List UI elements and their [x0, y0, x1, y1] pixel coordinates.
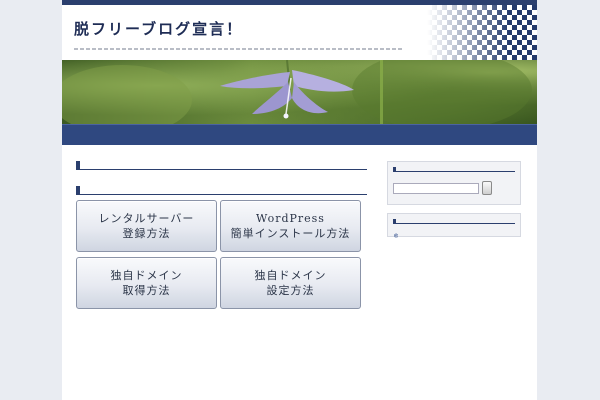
search-widget [387, 161, 521, 205]
search-row [393, 178, 515, 198]
guide-line: レンタルサーバー [98, 212, 195, 225]
guide-line: 独自ドメイン [254, 269, 327, 282]
site-header: 脱フリーブログ宣言！ [62, 5, 537, 60]
domain-setup-guide-button[interactable]: 独自ドメイン 設定方法 [220, 257, 361, 309]
sidebar: ◎ ◎ ◎ ◎ ◎ ◎ ◎ ◎ ◎ ◎ ◎ ◎ [387, 161, 521, 245]
global-nav [62, 124, 537, 145]
wordpress-install-guide-button[interactable]: WordPress 簡単インストール方法 [220, 200, 361, 252]
site-title[interactable]: 脱フリーブログ宣言！ [74, 18, 243, 39]
guide-line: WordPress [256, 212, 325, 225]
checker-pattern [427, 5, 537, 60]
page: 脱フリーブログ宣言！ レンタルサーバー 登録方法 WordPress 簡単インス… [62, 0, 537, 400]
bellflower-photo [62, 60, 532, 124]
main-content: レンタルサーバー 登録方法 WordPress 簡単インストール方法 独自ドメイン取… [76, 161, 367, 309]
guide-line: 独自ドメイン [110, 269, 183, 282]
category-widget-title [393, 219, 515, 224]
guide-button-grid: レンタルサーバー 登録方法 WordPress 簡単インストール方法 独自ドメイン取… [76, 200, 367, 309]
search-widget-title [393, 167, 515, 172]
guide-line: 登録方法 [122, 227, 171, 240]
post-title[interactable] [76, 161, 367, 170]
category-widget: ◎ ◎ ◎ ◎ ◎ ◎ ◎ ◎ ◎ ◎ ◎ ◎ [387, 213, 521, 239]
guide-section-title [76, 186, 367, 195]
header-banner-photo [62, 60, 537, 124]
rental-server-guide-button[interactable]: レンタルサーバー 登録方法 [76, 200, 217, 252]
list-bullet-icon: ◎ [394, 233, 399, 239]
guide-line: 取得方法 [122, 284, 171, 297]
domain-acquire-guide-button[interactable]: 独自ドメイン 取得方法 [76, 257, 217, 309]
search-button[interactable] [482, 181, 492, 195]
site-description-line [74, 48, 404, 50]
guide-line: 設定方法 [266, 284, 315, 297]
guide-line: 簡単インストール方法 [230, 227, 351, 240]
search-input[interactable] [393, 182, 479, 194]
